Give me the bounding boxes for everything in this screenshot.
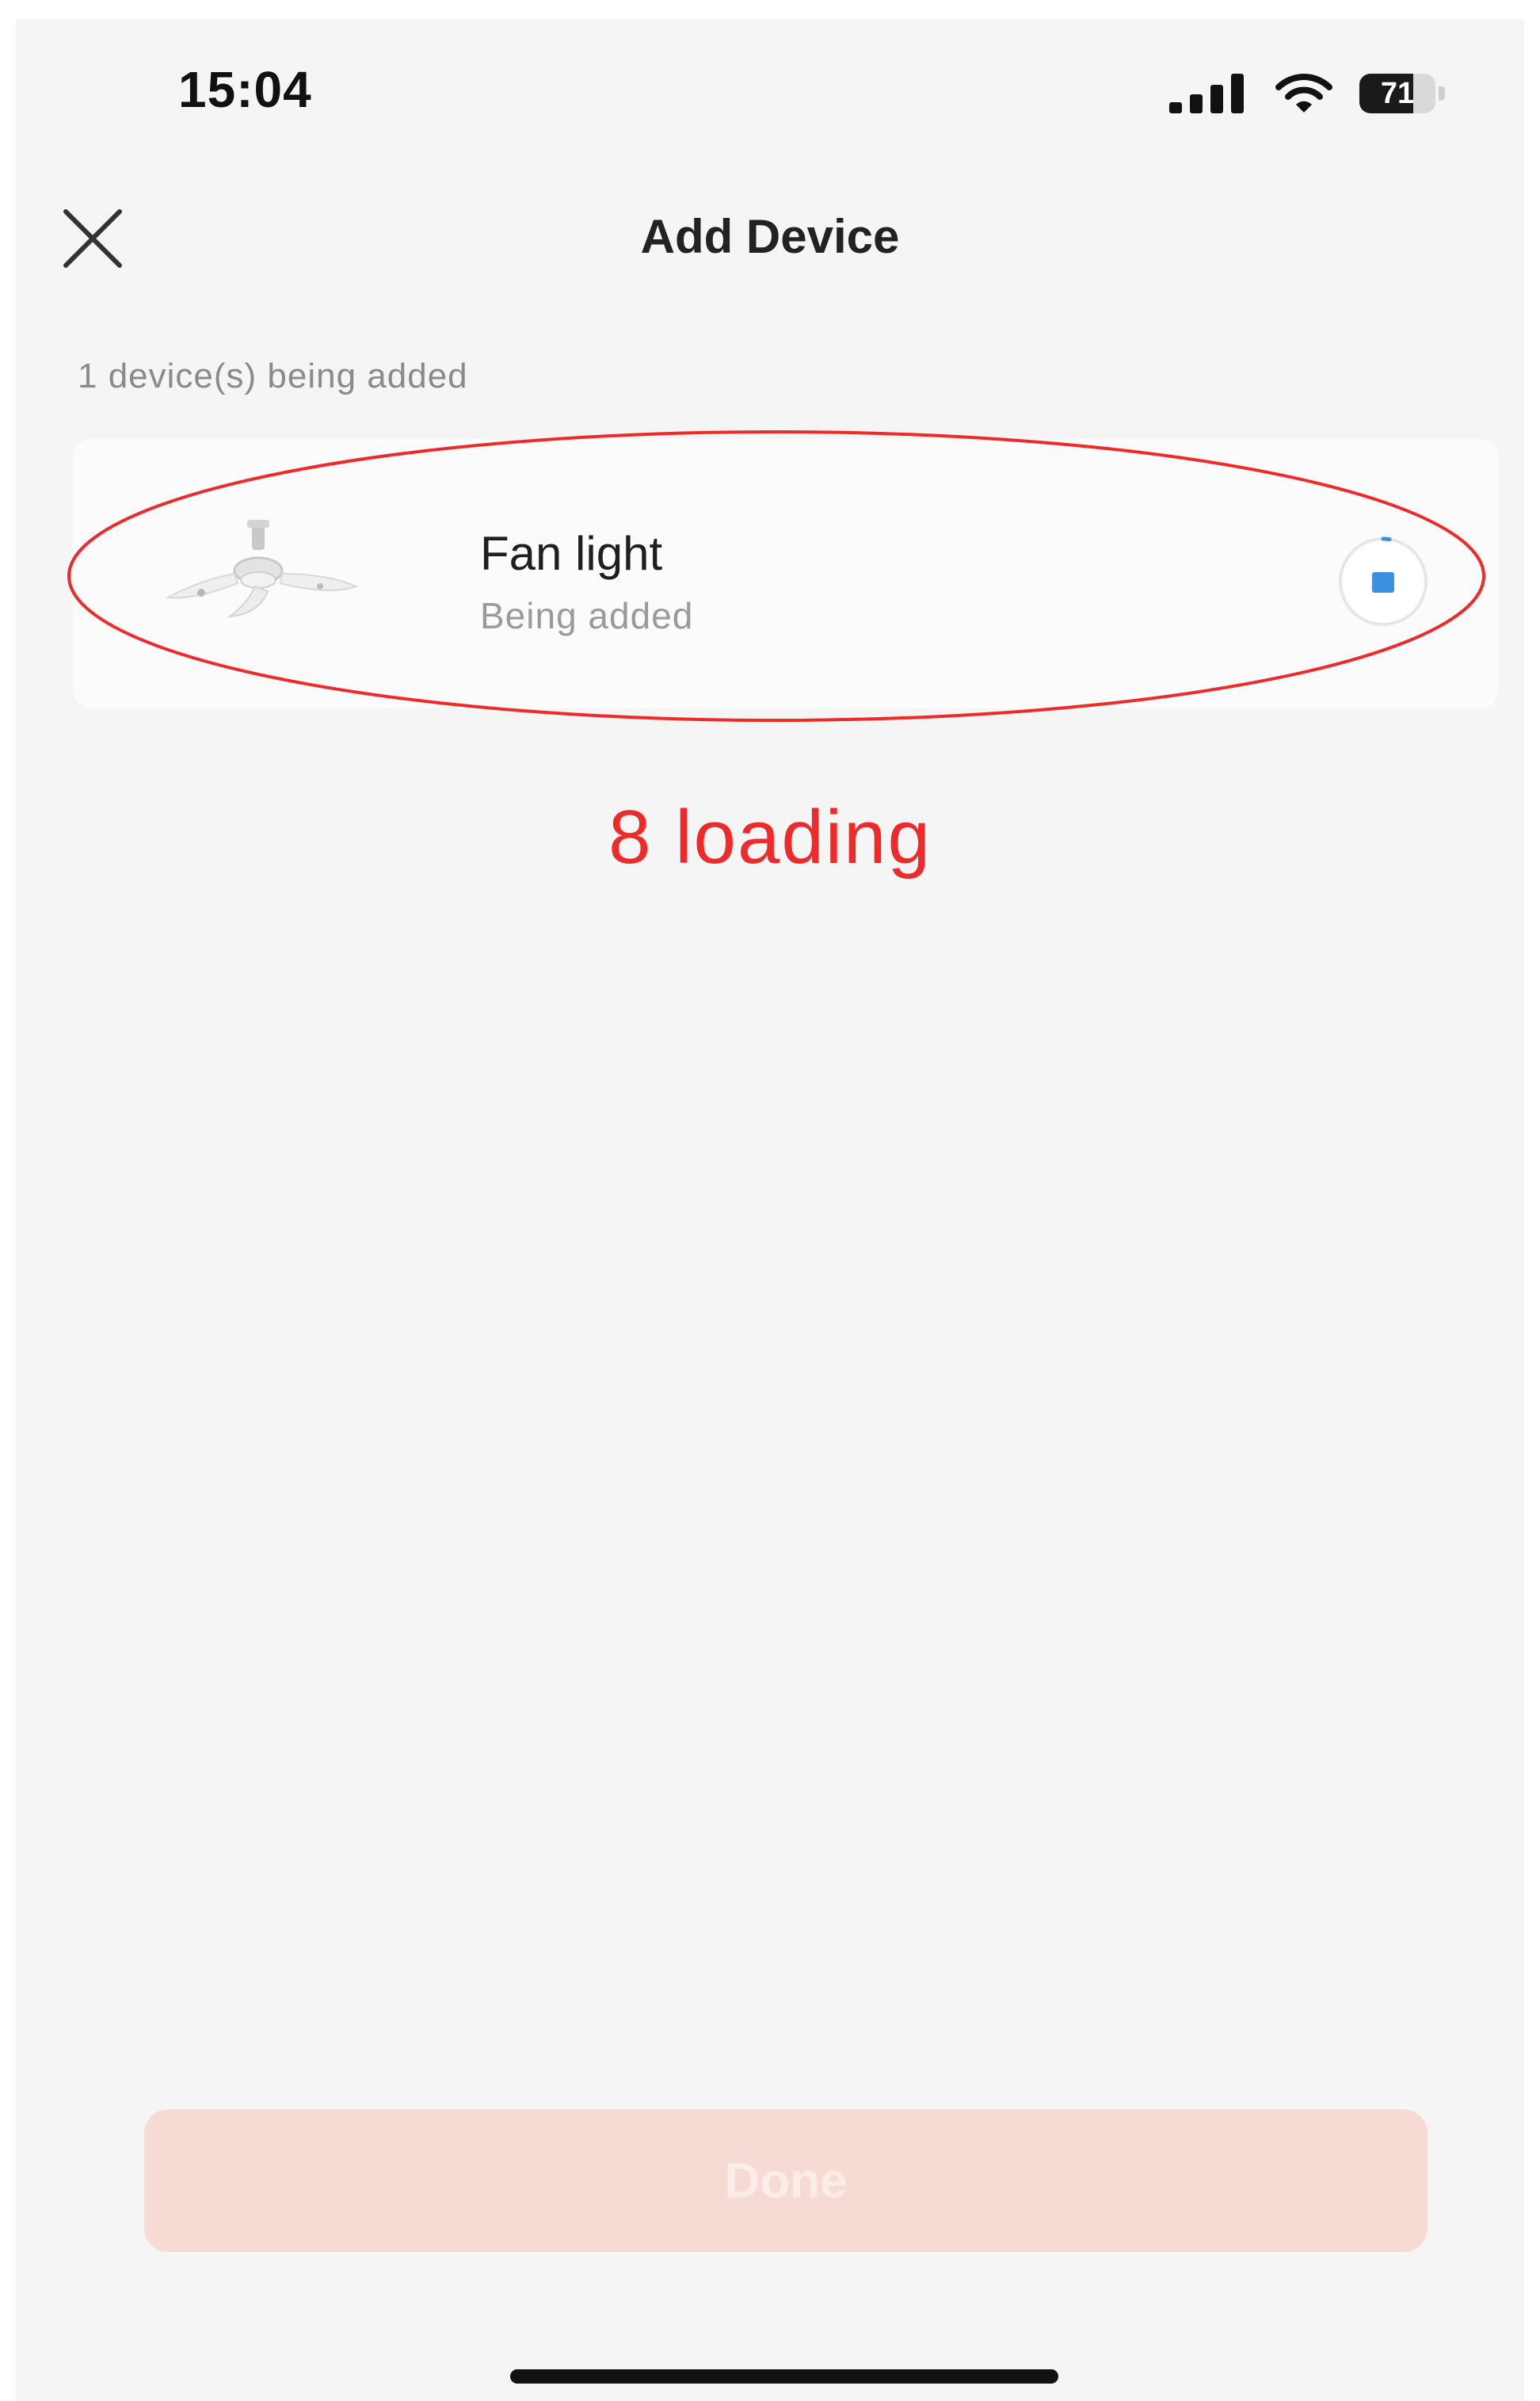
battery-icon: 71 (1359, 74, 1445, 113)
battery-body: 71 (1359, 74, 1435, 113)
device-card[interactable]: Fan light Being added (73, 439, 1499, 708)
home-indicator[interactable] (510, 2369, 1058, 2384)
battery-level: 71 (1380, 77, 1415, 110)
progress-spinner-icon (1339, 536, 1428, 626)
add-device-screen: 15:04 71 Add Device 1 device(s) being ad… (16, 19, 1524, 2401)
nav-header: Add Device (16, 170, 1524, 296)
fan-light-icon (165, 520, 359, 618)
page-title: Add Device (640, 210, 900, 263)
status-icons: 71 (1169, 73, 1445, 114)
battery-tip (1439, 86, 1445, 101)
wifi-icon (1275, 74, 1332, 113)
done-button[interactable]: Done (144, 2109, 1428, 2252)
device-name: Fan light (480, 527, 663, 580)
device-status: Being added (480, 595, 694, 636)
status-bar: 15:04 71 (16, 19, 1524, 170)
devices-being-added-label: 1 device(s) being added (78, 357, 468, 395)
annotation-text: 8 loading (608, 795, 932, 880)
status-time: 15:04 (178, 61, 312, 118)
signal-icon (1169, 74, 1244, 113)
